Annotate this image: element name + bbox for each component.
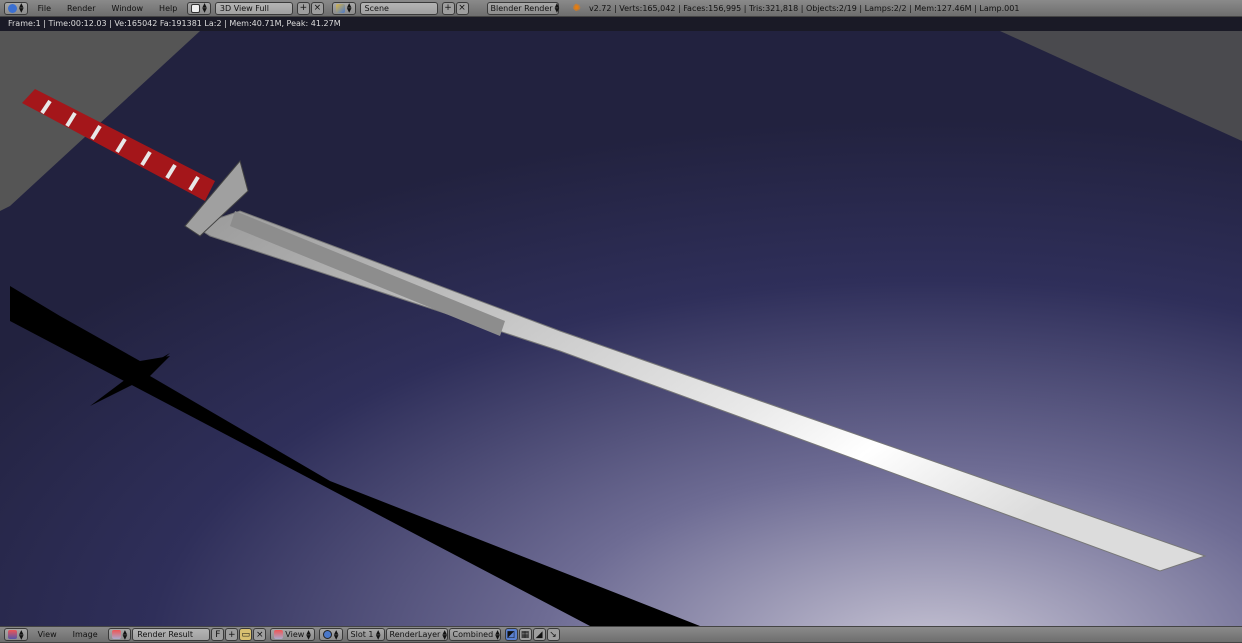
fake-user-button[interactable]: F (211, 628, 225, 641)
menu-file[interactable]: File (32, 4, 57, 13)
color-alpha-icon[interactable]: ◩ (504, 628, 518, 641)
image-name-field[interactable]: Render Result (132, 628, 211, 641)
editor-type-info-button[interactable]: ▲ ▼ (4, 1, 28, 15)
menu-render[interactable]: Render (61, 4, 101, 13)
add-screen-button[interactable]: + (296, 1, 310, 15)
screen-layout-field[interactable]: 3D View Full (214, 1, 293, 15)
scene-field[interactable]: Scene (359, 1, 438, 15)
render-pass-dropdown[interactable]: Combined ▲ ▼ (448, 628, 501, 641)
screen-layout-selector[interactable]: ▲ ▼ (187, 1, 211, 15)
updown-icon: ▲ ▼ (346, 2, 352, 14)
render-result-viewport[interactable] (0, 31, 1242, 626)
image-editor-header: ▲ ▼ View Image ▲ ▼ Render Result F + ▭ × V… (0, 626, 1242, 643)
menu-image[interactable]: Image (67, 630, 104, 639)
scene-icon (335, 3, 345, 13)
delete-scene-button[interactable]: × (455, 1, 469, 15)
top-header: ▲ ▼ File Render Window Help ▲ ▼ 3D View Fu… (0, 0, 1242, 17)
render-layer-label: RenderLayer (389, 630, 441, 639)
updown-icon: ▲ ▼ (202, 2, 207, 14)
scene-stats: v2.72 | Verts:165,042 | Faces:156,995 | … (588, 3, 1020, 13)
view-mode-dropdown[interactable]: View ▲ ▼ (270, 628, 315, 641)
slot-dropdown[interactable]: Slot 1 ▲ ▼ (346, 628, 385, 641)
image-browse-button[interactable]: ▲ ▼ (107, 628, 132, 641)
updown-icon: ▲ ▼ (306, 628, 311, 641)
menu-help[interactable]: Help (153, 4, 183, 13)
layout-icon (191, 3, 201, 13)
scene-selector[interactable]: ▲ ▼ (331, 1, 356, 15)
editor-type-button[interactable]: ▲ ▼ (4, 628, 28, 641)
render-pass-label: Combined (452, 630, 494, 639)
alpha-checker-icon[interactable]: ▦ (518, 628, 532, 641)
view-icon (274, 630, 284, 639)
updown-icon: ▲ ▼ (442, 628, 447, 641)
render-layer-dropdown[interactable]: RenderLayer ▲ ▼ (385, 628, 448, 641)
pivot-dropdown[interactable]: ▲ ▼ (318, 628, 343, 641)
view-mode-label: View (285, 630, 305, 639)
z-buffer-icon[interactable]: ◢ (532, 628, 546, 641)
updown-icon: ▲ ▼ (19, 2, 24, 14)
sample-icon[interactable]: ↘ (546, 628, 560, 641)
menu-view[interactable]: View (32, 630, 63, 639)
updown-icon: ▲ ▼ (554, 2, 560, 14)
info-icon (8, 3, 17, 13)
render-engine-dropdown[interactable]: Blender Render ▲ ▼ (486, 1, 560, 15)
open-image-button[interactable]: ▭ (239, 628, 253, 641)
updown-icon: ▲ ▼ (333, 628, 339, 641)
render-info-text: Frame:1 | Time:00:12.03 | Ve:165042 Fa:1… (0, 17, 1242, 31)
render-engine-label: Blender Render (490, 3, 553, 13)
pivot-icon (322, 630, 332, 639)
updown-icon: ▲ ▼ (495, 628, 500, 641)
updown-icon: ▲ ▼ (122, 628, 128, 641)
unlink-image-button[interactable]: × (253, 628, 267, 641)
updown-icon: ▲ ▼ (375, 628, 381, 641)
image-icon (111, 630, 121, 639)
new-image-button[interactable]: + (225, 628, 239, 641)
slot-label: Slot 1 (350, 630, 374, 639)
floor-plane (0, 31, 1242, 626)
delete-screen-button[interactable]: × (310, 1, 324, 15)
image-editor-icon (8, 630, 17, 639)
updown-icon: ▲ ▼ (19, 628, 24, 641)
menu-window[interactable]: Window (106, 4, 150, 13)
add-scene-button[interactable]: + (441, 1, 455, 15)
blender-logo-icon: ✺ (572, 2, 581, 14)
